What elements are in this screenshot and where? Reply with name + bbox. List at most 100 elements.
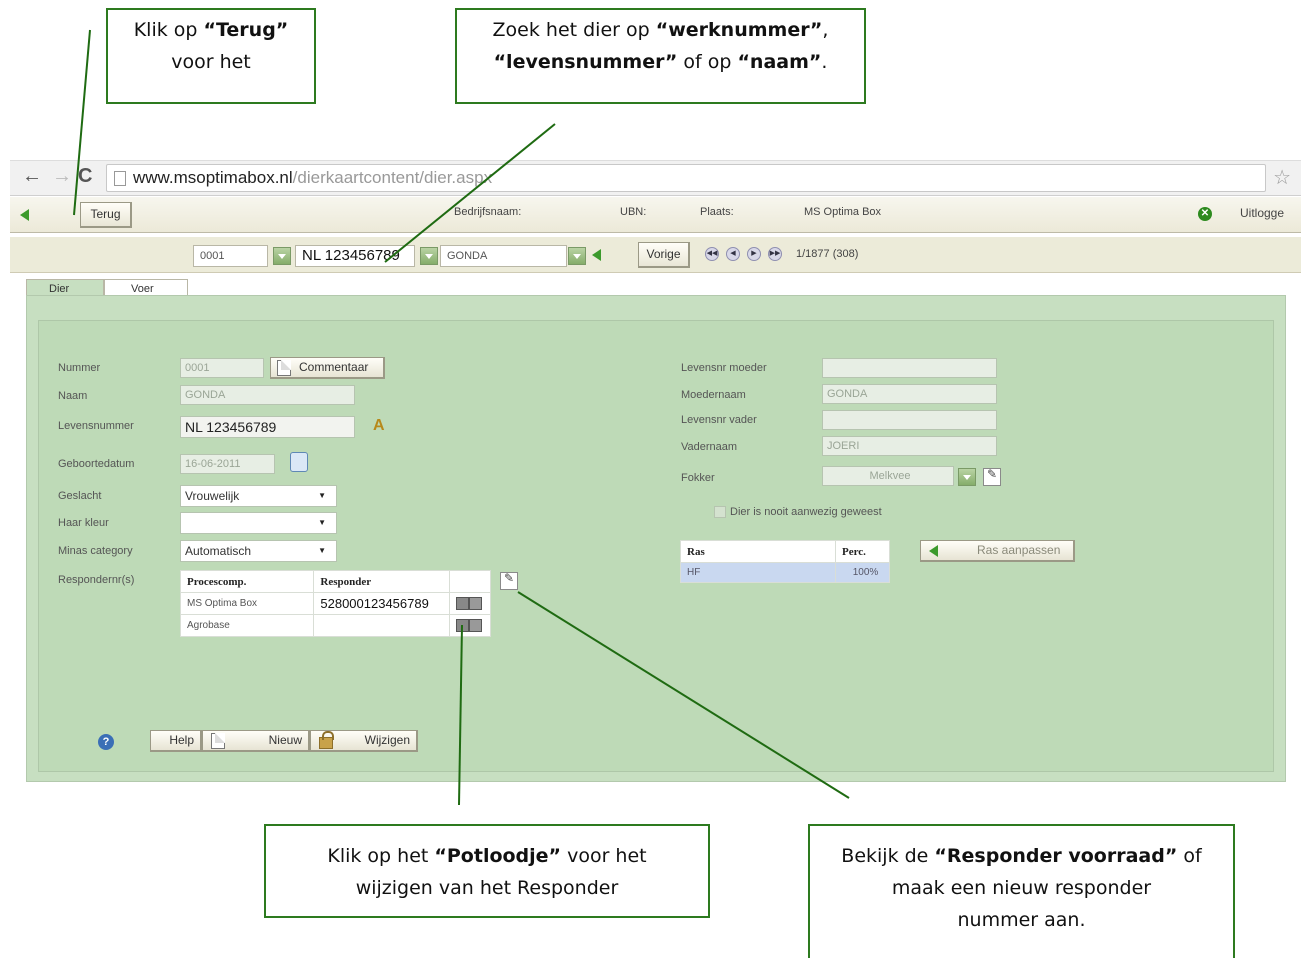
callout-bold: “naam” [737, 51, 822, 73]
levensnr-vader-field [822, 410, 997, 430]
ras-cell: HF [680, 562, 836, 583]
geslacht-label: Geslacht [58, 490, 102, 502]
pencil-icon[interactable] [456, 597, 470, 610]
last-record-icon[interactable]: ▶▶ [768, 247, 782, 261]
first-record-icon[interactable]: ◀◀ [705, 247, 719, 261]
lock-icon [319, 731, 334, 749]
fokker-field[interactable]: Melkvee [822, 466, 954, 486]
column-header: Procescomp. [179, 570, 315, 593]
responder-cell [313, 614, 451, 637]
tab-label: Voer [131, 283, 154, 295]
table-row: MS Optima Box 528000123456789 [179, 592, 491, 615]
callout-text: . [821, 51, 828, 73]
delete-icon[interactable] [469, 597, 483, 610]
table-row[interactable]: HF 100% [680, 562, 890, 583]
callout-text: , [822, 19, 829, 41]
forward-arrow-icon[interactable]: → [52, 165, 72, 188]
ubn-label: UBN: [620, 206, 647, 218]
nooit-aanwezig-checkbox[interactable] [714, 506, 726, 518]
responder-cell: 528000123456789 [313, 592, 451, 615]
callout-voorraad: Bekijk de “Responder voorraad” of maak e… [808, 824, 1235, 958]
vorige-button[interactable]: Vorige [638, 242, 690, 268]
nooit-aanwezig-label: Dier is nooit aanwezig geweest [730, 506, 882, 518]
levensnummer-input[interactable]: NL 123456789 [295, 245, 415, 267]
wijzigen-label: Wijzigen [364, 733, 410, 747]
url-path: /dierkaartcontent/dier.aspx [292, 168, 493, 187]
tab-label: Dier [49, 283, 70, 295]
levensnummer-dropdown-icon[interactable] [420, 247, 438, 265]
table-row: Agrobase [179, 614, 491, 637]
geboortedatum-label: Geboortedatum [58, 458, 135, 470]
reload-icon[interactable]: C [78, 165, 92, 188]
new-document-icon [211, 733, 225, 749]
werknummer-dropdown-icon[interactable] [273, 247, 291, 265]
back-arrow-icon[interactable]: ← [22, 165, 42, 188]
procescomp-cell: Agrobase [179, 614, 315, 637]
responders-label: Respondernr(s) [58, 574, 135, 586]
moedernaam-label: Moedernaam [681, 389, 746, 401]
wijzigen-button[interactable]: Wijzigen [310, 730, 418, 752]
binoculars-icon[interactable]: A [373, 418, 389, 434]
actions-cell [449, 592, 491, 615]
column-header: Ras [680, 540, 836, 563]
column-header-actions [449, 570, 491, 593]
vadernaam-field: JOERI [822, 436, 997, 456]
callout-potlood: Klik op het “Potloodje” voor het wijzige… [264, 824, 710, 918]
calendar-icon[interactable] [290, 452, 308, 472]
callout-terug: Klik op “Terug” voor het [106, 8, 316, 104]
callout-text: Zoek het dier op [492, 19, 656, 41]
logout-icon[interactable]: ✕ [1198, 207, 1212, 221]
ras-aanpassen-button[interactable]: Ras aanpassen [920, 540, 1075, 562]
callout-text: Bekijk de [841, 845, 935, 867]
terug-button[interactable]: Terug [80, 202, 132, 228]
minas-label: Minas category [58, 545, 133, 557]
fokker-label: Fokker [681, 472, 715, 484]
place-label: Plaats: [700, 206, 734, 218]
fokker-dropdown-icon[interactable] [958, 468, 976, 486]
next-record-icon[interactable]: ▶ [747, 247, 761, 261]
browser-toolbar: ← → C www.msoptimabox.nl/dierkaartconten… [10, 160, 1301, 196]
perc-cell: 100% [835, 562, 890, 583]
haarkleur-select[interactable] [180, 512, 337, 534]
geslacht-select[interactable]: Vrouwelijk [180, 485, 337, 507]
naam-field: GONDA [180, 385, 355, 405]
responder-stock-edit-icon[interactable]: ✎ [500, 571, 518, 590]
url-host: www.msoptimabox.nl [133, 168, 293, 187]
callout-text: nummer aan. [957, 909, 1086, 931]
actions-cell [449, 614, 491, 637]
nieuw-button[interactable]: Nieuw [202, 730, 310, 752]
fokker-edit-icon[interactable]: ✎ [983, 467, 1001, 486]
vorige-label: Vorige [646, 247, 681, 261]
naam-dropdown-icon[interactable] [568, 247, 586, 265]
pencil-icon[interactable] [456, 619, 470, 632]
table-header-row: Ras Perc. [680, 540, 890, 563]
haarkleur-label: Haar kleur [58, 517, 109, 529]
green-arrow-icon [929, 545, 938, 557]
naam-input[interactable]: GONDA [440, 245, 567, 267]
comment-icon [277, 360, 291, 376]
callout-zoek: Zoek het dier op “werknummer”, “levensnu… [455, 8, 866, 104]
responder-table: Procescomp. Responder MS Optima Box 5280… [179, 570, 491, 637]
commentaar-button[interactable]: Commentaar [270, 357, 385, 379]
logout-link[interactable]: Uitlogge [1240, 206, 1284, 220]
help-icon[interactable]: ? [98, 734, 114, 750]
levensnr-moeder-label: Levensnr moeder [681, 362, 767, 374]
prev-arrow-icon [592, 249, 601, 261]
back-arrow-icon [20, 209, 29, 221]
prev-record-icon[interactable]: ◀ [726, 247, 740, 261]
moedernaam-field: GONDA [822, 384, 997, 404]
bookmark-star-icon[interactable]: ☆ [1273, 165, 1291, 190]
callout-text: of op [677, 51, 738, 73]
werknummer-input[interactable]: 0001 [193, 245, 268, 267]
minas-select[interactable]: Automatisch [180, 540, 337, 562]
callout-text: maak een nieuw responder [891, 877, 1152, 899]
address-bar[interactable]: www.msoptimabox.nl/dierkaartcontent/dier… [106, 164, 1266, 192]
levensnummer-field[interactable]: NL 123456789 [180, 416, 355, 438]
callout-text: Klik op [133, 19, 204, 41]
callout-text: wijzigen van het Responder [355, 877, 619, 899]
column-header: Perc. [835, 540, 890, 563]
delete-icon[interactable] [469, 619, 483, 632]
callout-bold: “Responder voorraad” [934, 845, 1178, 867]
nummer-field: 0001 [180, 358, 264, 378]
help-button[interactable]: Help [150, 730, 202, 752]
